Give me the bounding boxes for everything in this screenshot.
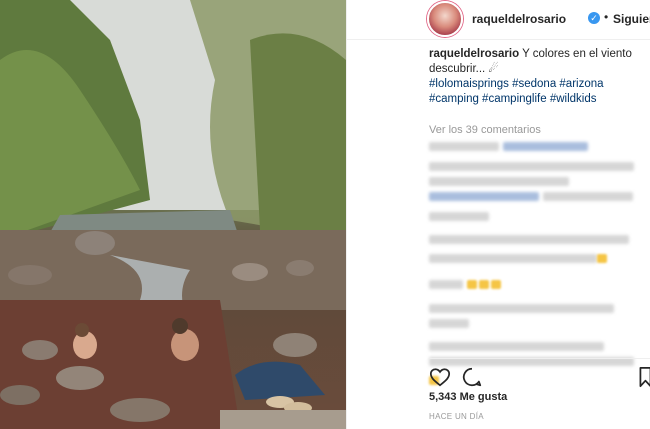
heart-icon[interactable] <box>429 366 451 388</box>
verified-badge-icon: ✓ <box>588 12 600 24</box>
blurred-comment <box>429 235 629 244</box>
post-timestamp[interactable]: HACE UN DÍA <box>429 412 484 421</box>
post-caption: raqueldelrosario Y colores en el viento … <box>429 47 639 107</box>
blurred-comment <box>429 162 634 171</box>
blurred-comment <box>429 304 614 313</box>
photo-scene <box>0 0 346 429</box>
separator-dot: • <box>604 10 609 24</box>
blurred-comment <box>429 177 569 186</box>
caption-emoji: ☄ <box>488 63 499 75</box>
blurred-comment <box>429 342 604 351</box>
blurred-comment <box>429 319 469 328</box>
caption-hashtags[interactable]: #lolomaisprings #sedona #arizona #campin… <box>429 78 604 105</box>
username-link[interactable]: raqueldelrosario <box>472 12 566 26</box>
avatar[interactable] <box>427 1 463 37</box>
following-button[interactable]: Siguiendo <box>613 12 650 26</box>
blurred-comment <box>503 142 588 151</box>
comment-icon[interactable] <box>461 366 483 388</box>
blurred-comment <box>429 192 539 201</box>
bookmark-icon[interactable] <box>639 366 650 388</box>
post-actions <box>429 366 650 388</box>
caption-username[interactable]: raqueldelrosario <box>429 48 519 60</box>
blurred-comment <box>429 212 489 221</box>
blurred-comment <box>429 276 643 294</box>
post-photo[interactable] <box>0 0 346 429</box>
post-details-panel: raqueldelrosario ✓ • Siguiendo raqueldel… <box>347 0 650 429</box>
blurred-comment <box>429 142 499 151</box>
blurred-comment <box>429 250 643 268</box>
post-header: raqueldelrosario ✓ • Siguiendo <box>347 0 650 40</box>
actions-divider <box>429 358 650 359</box>
blurred-comment <box>543 192 633 201</box>
likes-count[interactable]: 5,343 Me gusta <box>429 391 507 403</box>
comments-list <box>429 142 643 390</box>
view-comments-link[interactable]: Ver los 39 comentarios <box>429 124 541 136</box>
